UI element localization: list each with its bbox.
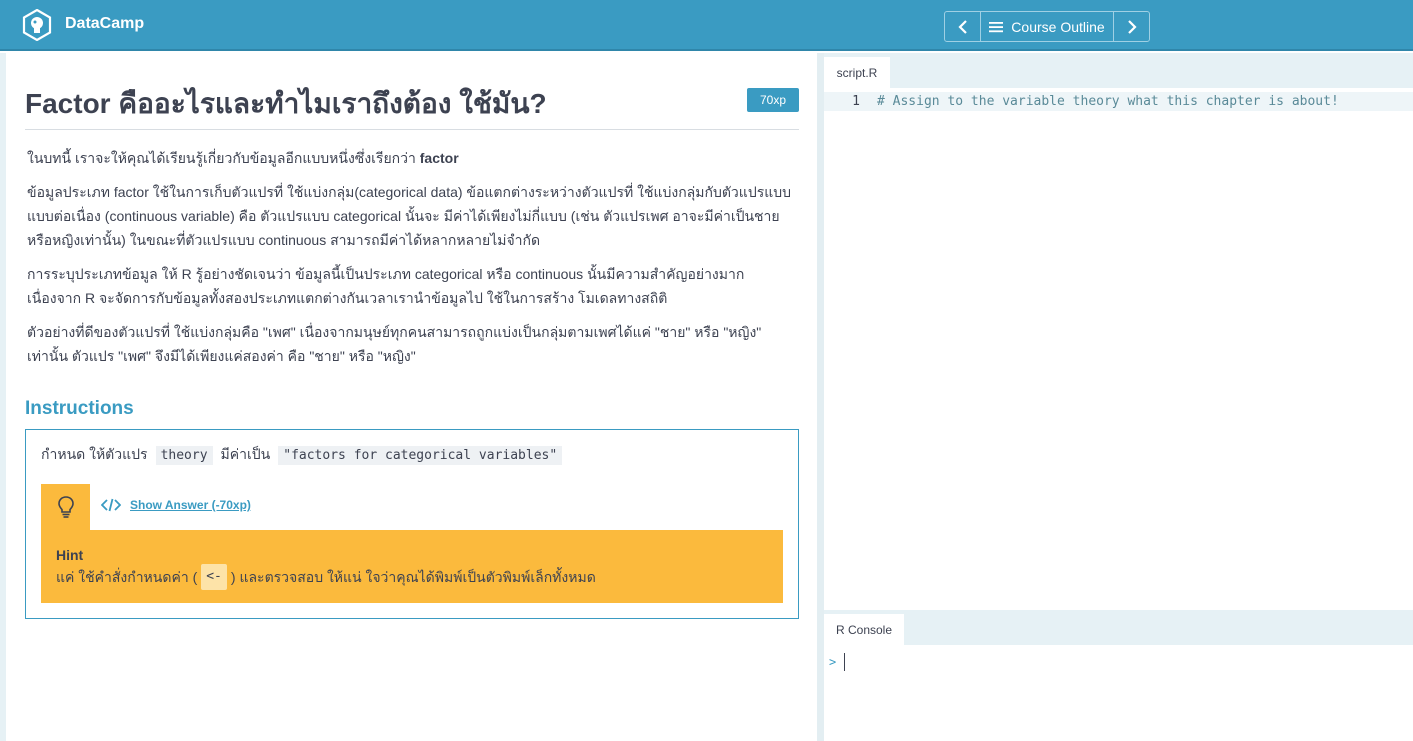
console-cursor [844,653,845,671]
hint-text-after: ) และตรวจสอบ ให้แน่ ใจว่าคุณได้พิมพ์เป็น… [230,569,596,585]
hint-toggle[interactable] [41,484,90,530]
course-outline-label: Course Outline [1011,18,1105,35]
code-icon [101,498,121,512]
instruction-text-middle: มีค่าเป็น [220,446,271,462]
console-tabbar [824,610,1413,645]
instruction-code-value: "factors for categorical variables" [278,445,563,465]
course-nav: Course Outline [944,11,1150,42]
course-outline-button[interactable]: Course Outline [981,12,1113,41]
paragraph-intro-keyword: factor [419,150,459,166]
paragraph-data-type-importance: การระบุประเภทข้อมูล ให้ R รู้อย่างชัดเจน… [27,266,745,306]
paragraph-example: ตัวอย่างที่ดีของตัวแปรที่ ใช้แบ่งกลุ่มคื… [27,324,762,364]
exercise-title: Factor คืออะไรและทำไมเราถึงต้อง ใช้มัน? [25,88,547,119]
code-comment: # Assign to the variable theory what thi… [877,94,1339,109]
paragraph-intro-text: ในบทนี้ เราจะให้คุณได้เรียนรู้เกี่ยวกับข… [27,150,420,166]
instruction-code-variable: theory [155,445,213,465]
chevron-left-icon [957,19,967,34]
left-gutter [0,53,6,741]
lightbulb-icon [57,496,74,518]
previous-exercise-button[interactable] [945,12,981,41]
r-console[interactable]: > [824,645,1413,741]
paragraph-factor-definition: ข้อมูลประเภท factor ใช้ในการเก็บตัวแปรที… [27,184,792,248]
title-divider [25,129,799,130]
code-line[interactable]: 1 # Assign to the variable theory what t… [824,92,1413,111]
hint-title: Hint [56,547,84,563]
hint-text-before: แค่ ใช้คำสั่งกำหนดค่า ( [56,569,198,585]
hint-panel: Hint แค่ ใช้คำสั่งกำหนดค่า ( <- ) และตรว… [41,530,783,603]
instructions-box: กำหนด ให้ตัวแปร theory มีค่าเป็น "factor… [25,429,799,619]
menu-icon [989,21,1004,32]
editor-tabbar [824,53,1413,88]
xp-badge: 70xp [747,88,799,112]
tab-script-r[interactable]: script.R [824,57,890,88]
next-exercise-button[interactable] [1113,12,1149,41]
tab-r-console[interactable]: R Console [824,614,904,645]
hint-code-assign: <- [201,564,227,590]
code-editor[interactable]: 1 # Assign to the variable theory what t… [824,88,1413,610]
show-answer-label: Show Answer (-70xp) [130,498,251,512]
top-navbar: DataCamp Course Outline [0,0,1413,51]
datacamp-logo-icon[interactable] [22,8,52,42]
show-answer-button[interactable]: Show Answer (-70xp) [101,498,251,512]
line-number: 1 [852,94,860,109]
panel-divider-handle[interactable] [817,53,824,741]
chevron-right-icon [1127,19,1137,34]
hint-text: แค่ ใช้คำสั่งกำหนดค่า ( <- ) และตรวจสอบ … [56,564,768,590]
instruction-text-before: กำหนด ให้ตัวแปร [41,446,148,462]
console-prompt: > [829,655,837,669]
brand-name[interactable]: DataCamp [65,15,144,33]
instruction-line: กำหนด ให้ตัวแปร theory มีค่าเป็น "factor… [41,444,563,466]
hint-header: Show Answer (-70xp) [41,484,783,530]
instructions-heading: Instructions [25,398,134,419]
paragraph-intro: ในบทนี้ เราจะให้คุณได้เรียนรู้เกี่ยวกับข… [27,146,797,170]
